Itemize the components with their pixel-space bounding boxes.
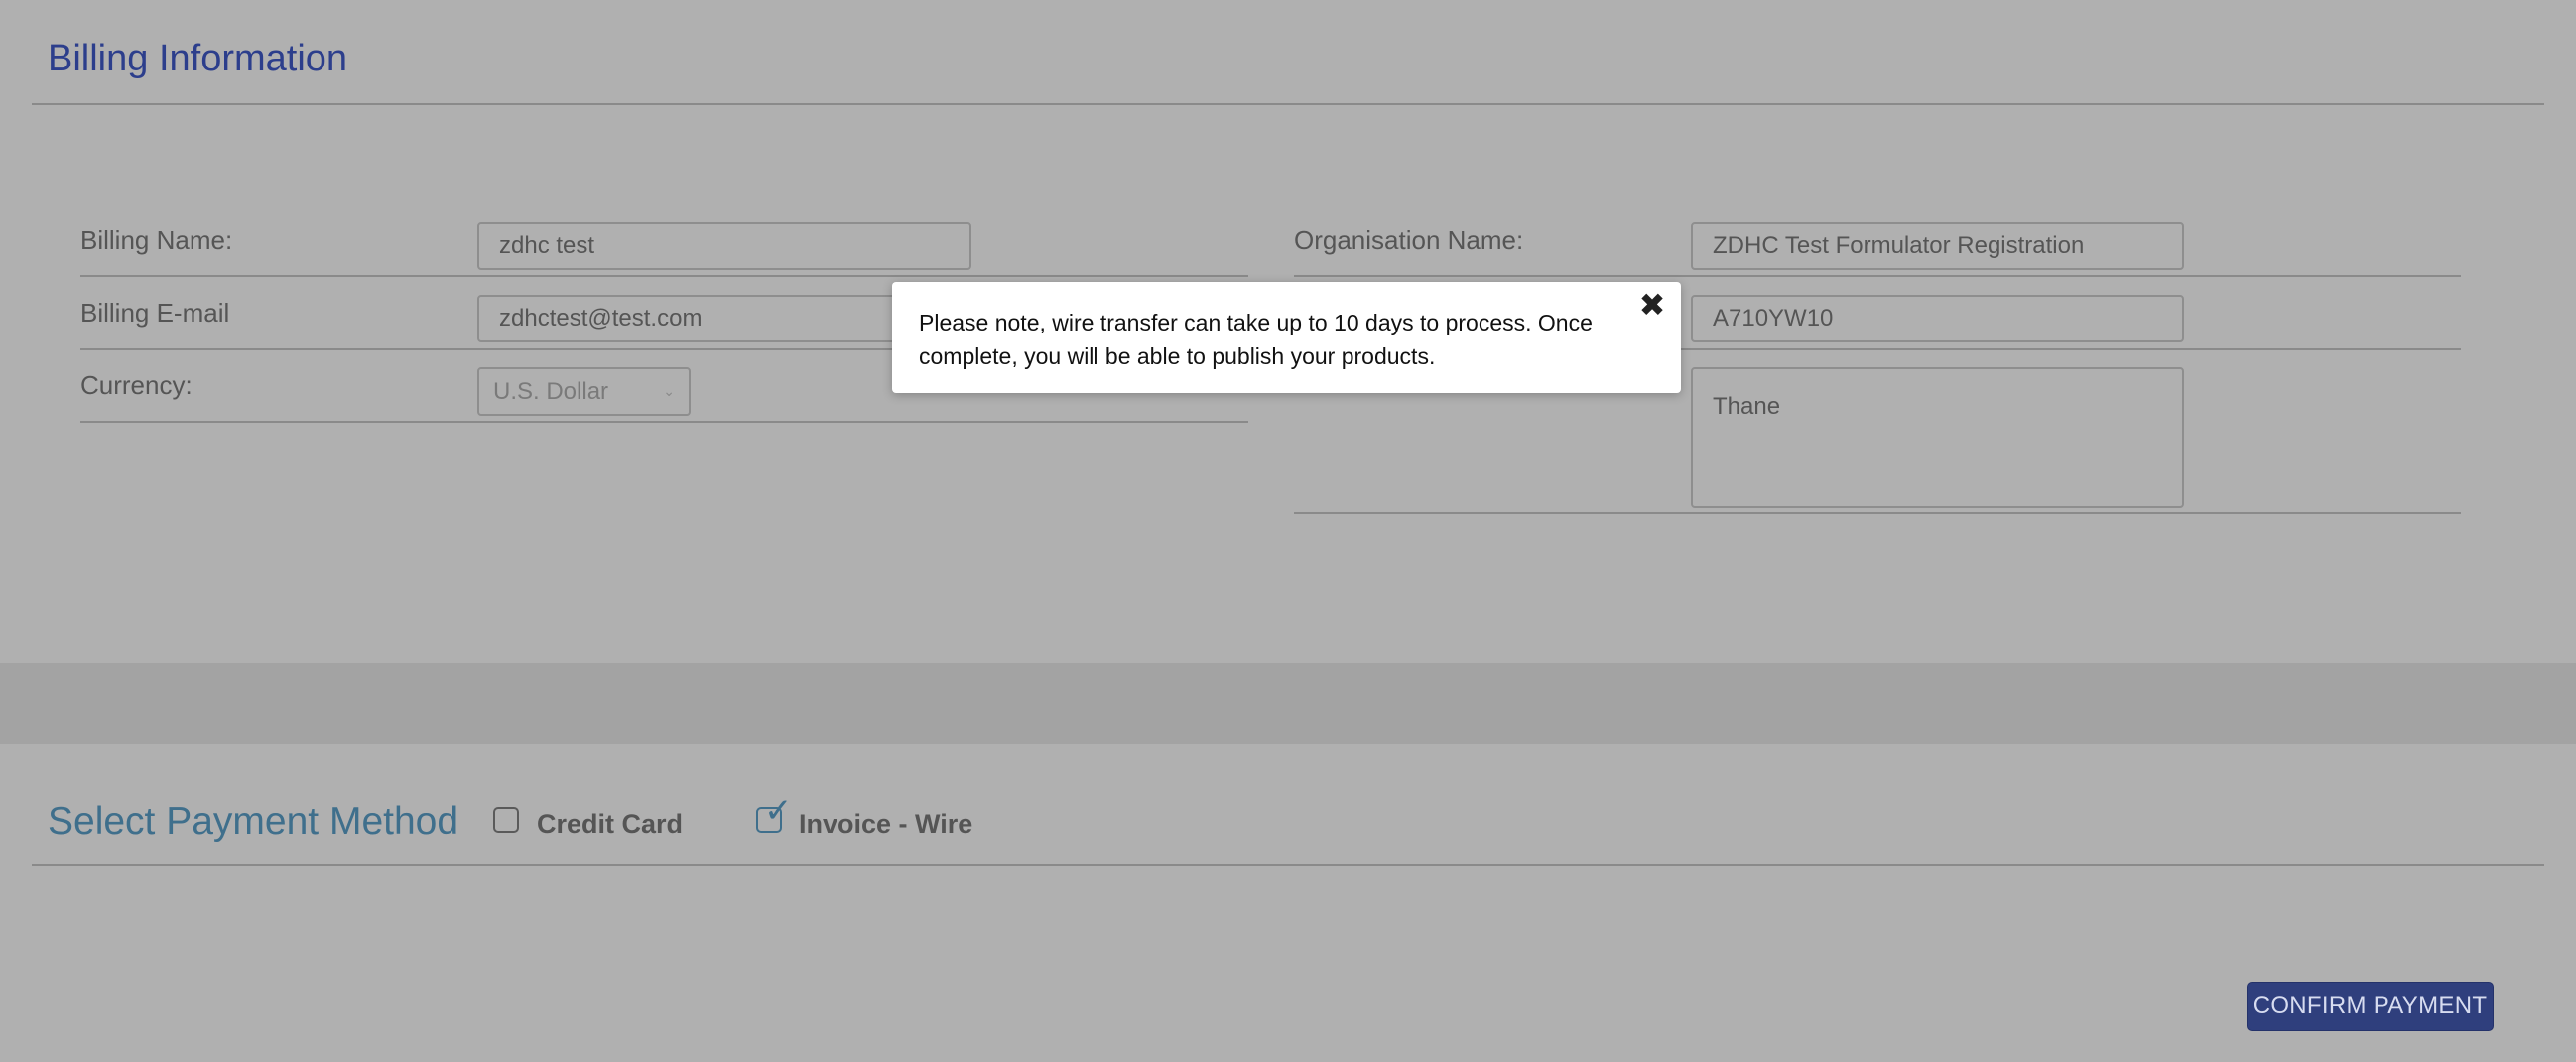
currency-select-value: U.S. Dollar	[493, 377, 609, 405]
chevron-down-icon: ⌄	[663, 383, 675, 399]
checkmark-icon: ✓	[764, 792, 793, 830]
address-row-divider	[1294, 512, 2461, 514]
billing-email-label: Billing E-mail	[80, 298, 230, 328]
invoice-wire-label[interactable]: Invoice - Wire	[799, 809, 972, 840]
billing-name-input[interactable]: zdhc test	[477, 222, 971, 270]
address-textarea[interactable]: Thane	[1691, 367, 2184, 508]
close-icon[interactable]: ✖	[1635, 288, 1669, 322]
wire-transfer-notice-popup: Please note, wire transfer can take up t…	[892, 282, 1681, 393]
currency-select[interactable]: U.S. Dollar ⌄	[477, 367, 691, 416]
organisation-row-divider	[1294, 275, 2461, 277]
currency-label: Currency:	[80, 370, 193, 400]
billing-information-title: Billing Information	[48, 38, 348, 79]
billing-name-label: Billing Name:	[80, 225, 233, 255]
credit-card-checkbox[interactable]	[493, 807, 519, 833]
popup-message: Please note, wire transfer can take up t…	[919, 310, 1593, 369]
section-separator-band	[0, 663, 2576, 744]
select-payment-method-title: Select Payment Method	[48, 800, 459, 843]
credit-card-label[interactable]: Credit Card	[537, 809, 683, 840]
confirm-payment-button[interactable]: CONFIRM PAYMENT	[2247, 982, 2494, 1031]
payment-title-divider	[32, 864, 2544, 866]
organisation-name-label: Organisation Name:	[1294, 225, 1524, 255]
billing-name-row-divider	[80, 275, 1248, 277]
organisation-name-input[interactable]: ZDHC Test Formulator Registration	[1691, 222, 2184, 270]
organisation-id-input[interactable]: A710YW10	[1691, 295, 2184, 342]
billing-title-divider	[32, 103, 2544, 105]
currency-row-divider	[80, 421, 1248, 423]
